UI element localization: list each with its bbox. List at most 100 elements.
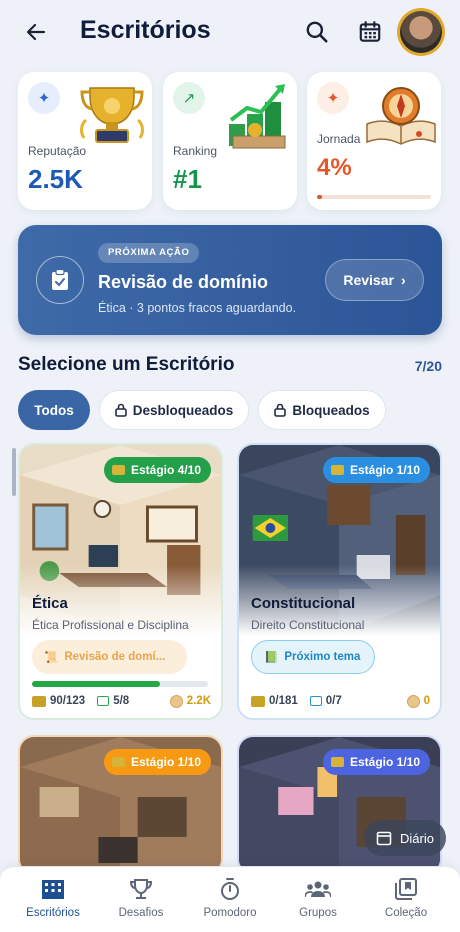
cash-count: 0/181 [269, 695, 298, 707]
money-icon [111, 465, 125, 475]
check-icon [97, 696, 110, 706]
next-action-card[interactable]: PRÓXIMA AÇÃO Revisão de domínio Ética · … [18, 225, 442, 335]
scroll-icon: 📜 [44, 652, 59, 664]
calendar-icon[interactable] [357, 19, 383, 45]
search-icon[interactable] [304, 19, 330, 45]
stat-label: Jornada [317, 132, 361, 146]
office-name: Constitucional [251, 595, 356, 612]
journey-progress-track [317, 195, 431, 199]
stage-label: Estágio 4/10 [130, 463, 201, 477]
money-icon [330, 465, 344, 475]
review-button[interactable]: Revisar › [325, 259, 424, 301]
filter-locked[interactable]: Bloqueados [258, 390, 386, 430]
stat-label: Ranking [173, 144, 218, 158]
nav-item-collection[interactable]: Coleção [366, 877, 446, 927]
diary-button[interactable]: Diário [364, 820, 446, 856]
scrollbar[interactable] [12, 448, 16, 496]
check-icon [309, 696, 322, 706]
nav-label: Coleção [384, 907, 428, 919]
office-stats: 90/123 5/8 2.2K [32, 692, 211, 710]
stopwatch-icon [221, 878, 239, 900]
back-arrow-icon[interactable] [24, 20, 48, 44]
cash-icon [251, 695, 265, 707]
calendar-icon [376, 831, 392, 846]
chevron-right-icon: › [400, 272, 406, 288]
section-count: 7/20 [414, 358, 442, 374]
filter-label: Bloqueados [292, 402, 370, 418]
folder-icon: 📗 [264, 652, 279, 664]
office-name: Ética [32, 595, 68, 612]
avatar[interactable] [397, 8, 445, 56]
page-title: Escritórios [80, 16, 211, 44]
app-header: Escritórios [0, 0, 460, 64]
money-icon [330, 757, 344, 767]
done-count: 0/7 [325, 695, 342, 707]
stat-label: Reputação [28, 144, 87, 158]
journey-progress-fill [317, 195, 322, 199]
stat-card-reputation[interactable]: ✦ Reputação 2.5K [18, 72, 152, 210]
next-action-subtitle: Ética · 3 pontos fracos aguardando. [98, 301, 297, 315]
stage-badge: Estágio 1/10 [322, 749, 430, 775]
office-subtitle: Ética Profissional e Disciplina [32, 618, 189, 632]
coin-count: 2.2K [186, 695, 211, 707]
next-action-title: Revisão de domínio [98, 272, 269, 292]
nav-item-pomodoro[interactable]: Pomodoro [190, 877, 270, 927]
stat-card-ranking[interactable]: ↗ Ranking #1 [163, 72, 297, 210]
coin-count: 0 [423, 695, 430, 707]
sparkle-icon: ✦ [317, 82, 349, 114]
office-card-constitucional[interactable]: Estágio 1/10 Constitucional Direito Cons… [237, 443, 442, 720]
office-stats: 0/181 0/7 0 [251, 692, 430, 710]
nav-label: Escritórios [26, 907, 80, 919]
review-domain-button[interactable]: 📜 Revisão de domí... [32, 640, 187, 674]
collection-icon [395, 878, 417, 900]
next-action-tag: PRÓXIMA AÇÃO [98, 243, 200, 263]
section-title: Selecione um Escritório [18, 354, 235, 375]
next-topic-button[interactable]: 📗 Próximo tema [251, 640, 376, 674]
stage-badge: Estágio 1/10 [103, 749, 211, 775]
nav-item-groups[interactable]: Grupos [278, 877, 358, 927]
office-progress [32, 681, 208, 687]
stat-value: 4% [317, 154, 352, 181]
lock-icon [114, 403, 127, 417]
cash-count: 90/123 [50, 695, 86, 707]
money-icon [111, 757, 125, 767]
stage-label: Estágio 1/10 [349, 755, 420, 769]
filter-all[interactable]: Todos [18, 390, 90, 430]
stat-value: 2.5K [28, 164, 83, 194]
compass-book-art-icon [366, 87, 436, 145]
trend-up-icon: ↗ [173, 82, 205, 114]
filter-unlocked[interactable]: Desbloqueados [99, 390, 249, 430]
stage-label: Estágio 1/10 [349, 463, 420, 477]
office-card-3[interactable]: Estágio 1/10 [18, 735, 223, 875]
office-card-etica[interactable]: Estágio 4/10 Ética Ética Profissional e … [18, 443, 223, 720]
bottom-nav: Escritórios Desafios Pomodoro Grupos Col… [0, 866, 460, 932]
ranking-podium-art-icon [229, 84, 286, 149]
building-icon [42, 880, 64, 899]
clipboard-check-icon [36, 256, 84, 304]
review-button-label: Revisar [343, 272, 394, 288]
filter-label: Todos [34, 402, 74, 418]
office-subtitle: Direito Constitucional [251, 618, 365, 632]
trophy-art-icon [80, 87, 144, 143]
stage-badge: Estágio 4/10 [103, 457, 211, 483]
done-count: 5/8 [113, 695, 130, 707]
filter-label: Desbloqueados [132, 402, 234, 418]
nav-label: Desafios [118, 907, 164, 919]
cash-icon [32, 695, 46, 707]
nav-label: Grupos [299, 907, 337, 919]
nav-item-offices[interactable]: Escritórios [13, 877, 93, 927]
stat-value: #1 [173, 164, 202, 194]
stat-card-journey[interactable]: ✦ Jornada 4% [307, 72, 441, 210]
nav-item-challenges[interactable]: Desafios [101, 877, 181, 927]
office-progress-fill [32, 681, 161, 687]
diary-label: Diário [400, 830, 434, 846]
stage-label: Estágio 1/10 [130, 755, 201, 769]
nav-label: Pomodoro [203, 907, 257, 919]
lock-icon [274, 403, 287, 417]
office-action-label: Próximo tema [284, 651, 361, 663]
stage-badge: Estágio 1/10 [322, 457, 430, 483]
coin-icon [169, 694, 183, 708]
office-action-label: Revisão de domí... [64, 651, 166, 663]
coin-icon [406, 694, 420, 708]
group-icon [305, 881, 331, 898]
